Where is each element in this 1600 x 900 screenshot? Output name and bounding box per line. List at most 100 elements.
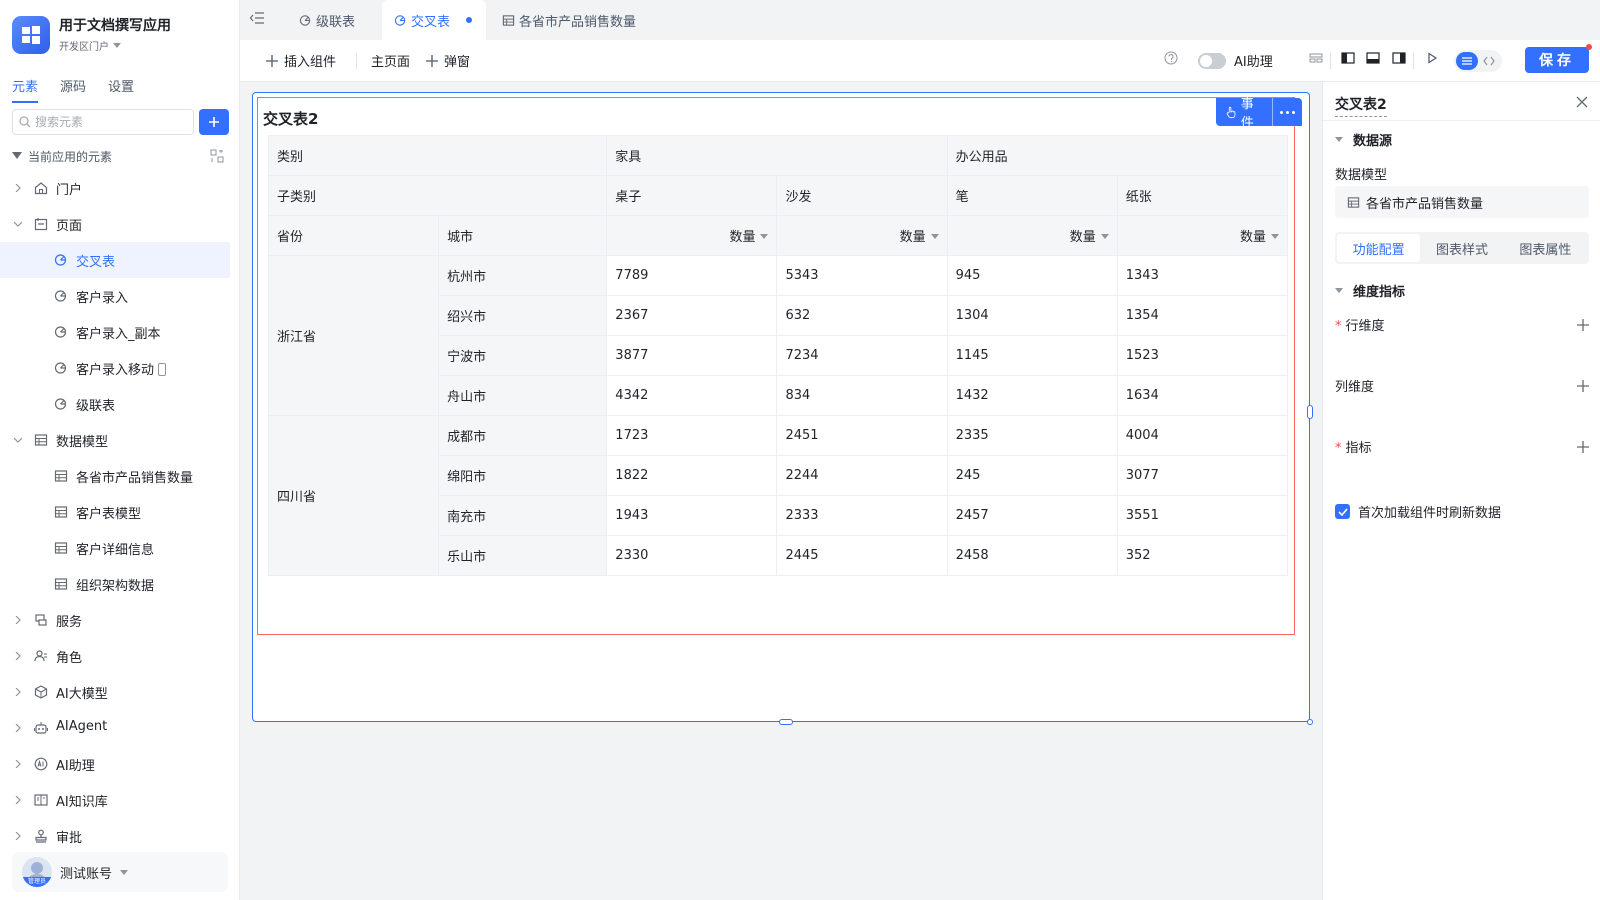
tree-item-label: 交叉表	[76, 255, 116, 270]
tree-item-customer-entry-mobile[interactable]: 客户录入移动	[0, 350, 238, 386]
close-icon[interactable]	[1576, 96, 1588, 108]
tree-root[interactable]: 当前应用的元素	[12, 146, 230, 166]
chevron-right-icon	[15, 796, 21, 804]
section-label: 维度指标	[1353, 285, 1406, 300]
locate-icon[interactable]	[210, 149, 224, 163]
tree-item-label: 数据模型	[56, 435, 109, 450]
tree-item-ai-assistant[interactable]: AI助理	[0, 746, 238, 782]
data-model-select[interactable]: 各省市产品销售数量	[1335, 186, 1589, 218]
panel-title[interactable]: 交叉表2	[1335, 94, 1387, 117]
tab-crosstab[interactable]: 交叉表	[382, 0, 486, 40]
mode-switch[interactable]	[1454, 50, 1502, 72]
datasource-section[interactable]: 数据源	[1335, 130, 1392, 149]
preview-button[interactable]	[1425, 51, 1439, 65]
design-canvas[interactable]: 交叉表2 事件 类别 家具 办公用品 子类别 桌子 沙发笔纸张 省份 城市 数量 数量 数量 数量 浙江…	[252, 92, 1313, 725]
tree-item-ai-models[interactable]: AI大模型	[0, 674, 238, 710]
checkbox[interactable]	[1335, 504, 1350, 519]
right-panel-button[interactable]	[1392, 51, 1406, 65]
tab-cascade-table[interactable]: 级联表	[282, 0, 372, 40]
code-mode-icon[interactable]	[1478, 52, 1500, 70]
unsaved-dot-icon	[466, 17, 473, 23]
event-button[interactable]: 事件	[1216, 97, 1272, 131]
toolbar-divider	[1330, 53, 1331, 69]
ai-icon	[34, 757, 48, 771]
tree-item-model-customer[interactable]: 客户表模型	[0, 494, 238, 530]
tree-item-pages[interactable]: 页面	[0, 206, 238, 242]
chart-page-icon	[54, 254, 67, 266]
add-column-dimension-icon[interactable]	[1577, 379, 1589, 392]
resize-handle-right[interactable]	[1307, 405, 1313, 419]
bottom-panel-button[interactable]	[1366, 51, 1380, 65]
crosstab-component[interactable]: 交叉表2 事件 类别 家具 办公用品 子类别 桌子 沙发笔纸张 省份 城市 数量 数量 数量 数量 浙江…	[257, 97, 1303, 635]
ai-assistant-toggle[interactable]: AI助理	[1198, 51, 1273, 70]
tree-item-model-sales[interactable]: 各省市产品销售数量	[0, 458, 238, 494]
unsaved-dot-icon	[1586, 44, 1592, 50]
portal-selector[interactable]: 开发区门户	[59, 38, 171, 53]
value-cell: 245	[946, 455, 1118, 496]
tree-item-label: 客户表模型	[76, 507, 142, 522]
tab-settings[interactable]: 设置	[108, 76, 134, 103]
more-icon[interactable]	[1271, 98, 1302, 126]
tab-elements[interactable]: 元素	[12, 76, 39, 103]
measure-header[interactable]: 数量	[776, 215, 948, 256]
measure-header[interactable]: 数量	[606, 215, 778, 256]
category-cell: 办公用品	[946, 135, 1289, 176]
tab-chart-style[interactable]: 图表样式	[1420, 234, 1503, 262]
subcategory-cell: 纸张	[1116, 175, 1289, 216]
add-element-button[interactable]	[199, 109, 229, 135]
tree-item-customer-entry[interactable]: 客户录入	[0, 278, 238, 314]
search-input[interactable]	[35, 115, 185, 129]
refresh-on-load-option[interactable]: 首次加载组件时刷新数据	[1335, 502, 1501, 521]
value-cell: 1145	[946, 335, 1118, 376]
measure-header[interactable]: 数量	[946, 215, 1118, 256]
tree-item-cascade-table[interactable]: 级联表	[0, 386, 238, 422]
tab-sales-model[interactable]: 各省市产品销售数量	[500, 0, 650, 40]
main-page-button[interactable]: 主页面	[371, 51, 410, 70]
app-header[interactable]: 用于文档撰写应用 开发区门户	[12, 16, 171, 54]
insert-component-button[interactable]: 插入组件	[266, 51, 336, 70]
tree-item-data-models[interactable]: 数据模型	[0, 422, 238, 458]
save-button[interactable]: 保存	[1525, 44, 1592, 73]
dimension-section[interactable]: 维度指标	[1335, 281, 1405, 300]
value-cell: 1523	[1116, 335, 1289, 376]
collapse-sidebar-icon[interactable]	[250, 12, 264, 24]
resize-handle-bottom[interactable]	[779, 719, 793, 725]
tree-item-portal[interactable]: 门户	[0, 170, 238, 206]
tree-item-model-customer-detail[interactable]: 客户详细信息	[0, 530, 238, 566]
value-cell: 3877	[606, 335, 778, 376]
tree-item-approval[interactable]: 审批	[0, 818, 238, 854]
tab-function-config[interactable]: 功能配置	[1337, 234, 1421, 262]
chart-page-icon	[299, 14, 311, 26]
layout-grid-button[interactable]	[1309, 51, 1323, 65]
add-metric-icon[interactable]	[1577, 440, 1589, 453]
province-cell: 四川省	[267, 415, 440, 576]
tree-item-crosstab[interactable]: 交叉表	[0, 242, 230, 278]
subcategory-cell: 笔	[946, 175, 1118, 216]
tree-item-label: 各省市产品销售数量	[76, 471, 194, 486]
account-menu[interactable]: 管理员 测试账号	[12, 852, 228, 892]
popup-label: 弹窗	[444, 55, 471, 70]
tree-item-ai-knowledge[interactable]: AI知识库	[0, 782, 238, 818]
design-mode-icon[interactable]	[1456, 52, 1478, 70]
left-panel-button[interactable]	[1341, 51, 1355, 65]
measure-header[interactable]: 数量	[1116, 215, 1289, 256]
add-row-dimension-icon[interactable]	[1577, 318, 1589, 331]
value-cell: 2244	[776, 455, 948, 496]
value-cell: 4004	[1116, 415, 1289, 456]
city-cell: 绍兴市	[438, 295, 608, 336]
toggle-switch[interactable]	[1198, 52, 1226, 69]
tree-item-customer-entry-copy[interactable]: 客户录入_副本	[0, 314, 238, 350]
tree-item-roles[interactable]: 角色	[0, 638, 238, 674]
tab-chart-props[interactable]: 图表属性	[1504, 234, 1587, 262]
chevron-right-icon	[15, 184, 21, 192]
row-dimension-field: * 行维度	[1335, 315, 1589, 334]
value-cell: 7789	[606, 255, 778, 296]
tab-source[interactable]: 源码	[60, 76, 86, 103]
help-button[interactable]	[1164, 51, 1178, 65]
tree-item-services[interactable]: 服务	[0, 602, 238, 638]
tree-item-model-org[interactable]: 组织架构数据	[0, 566, 238, 602]
popup-button[interactable]: 弹窗	[426, 51, 470, 70]
chevron-right-icon	[15, 652, 21, 660]
tree-item-ai-agent[interactable]: AIAgent	[0, 710, 238, 746]
resize-handle-corner[interactable]	[1307, 719, 1313, 725]
